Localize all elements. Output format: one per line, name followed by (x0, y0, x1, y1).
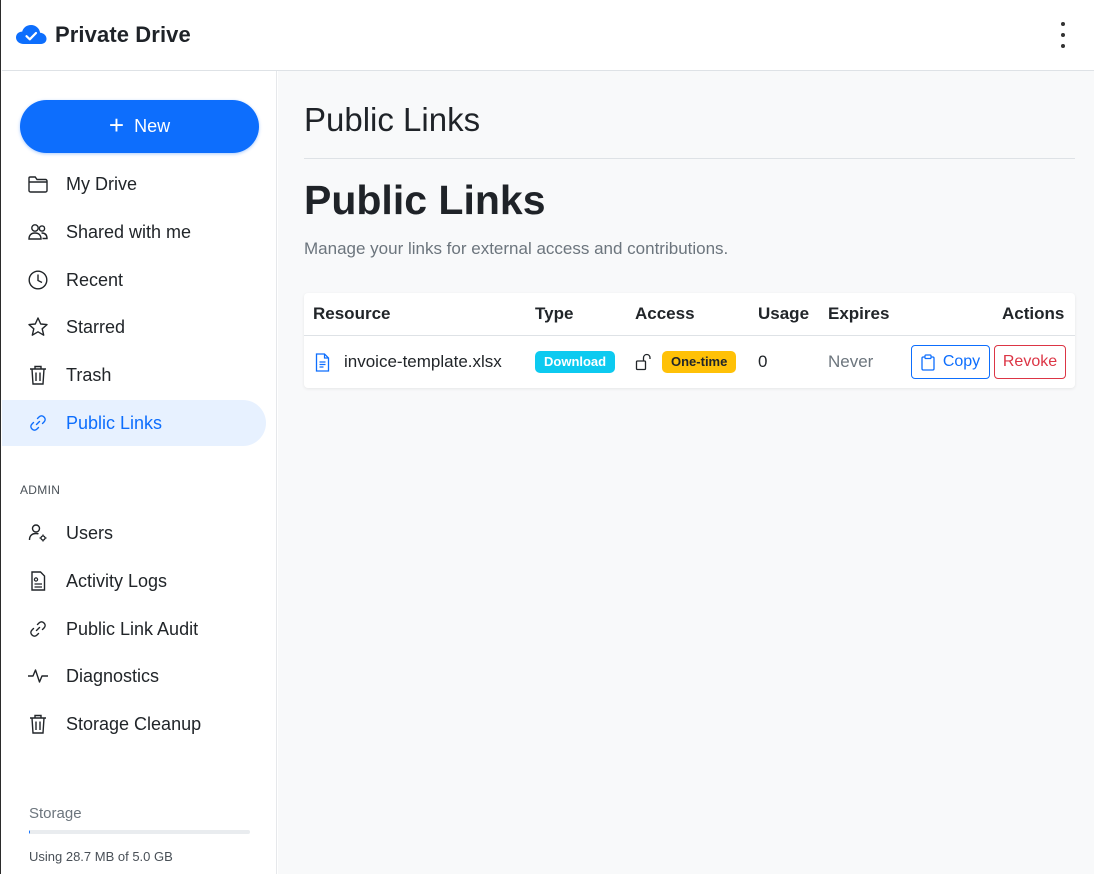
copy-link-button[interactable]: Copy (911, 345, 990, 379)
new-button[interactable]: + New (20, 100, 259, 153)
user-gear-icon (27, 522, 49, 544)
admin-section-label: ADMIN (20, 483, 61, 497)
storage-progress-bar (29, 830, 250, 834)
more-options-icon[interactable] (1053, 22, 1073, 48)
sidebar-item-users[interactable]: Users (2, 510, 266, 556)
storage-widget: Storage Using 28.7 MB of 5.0 GB (29, 805, 251, 864)
clipboard-icon (921, 353, 935, 371)
sidebar-item-label: Storage Cleanup (66, 713, 202, 734)
public-links-table: Resource Type Access Usage Expires Actio… (304, 293, 1075, 388)
sidebar-item-activity-logs[interactable]: Activity Logs (2, 558, 266, 604)
page-subtitle: Manage your links for external access an… (304, 239, 729, 258)
column-header-resource[interactable]: Resource (313, 293, 390, 335)
sidebar-item-public-link-audit[interactable]: Public Link Audit (2, 606, 266, 652)
sidebar-item-label: Users (66, 522, 114, 543)
sidebar: + New My Drive Shared with me Recent Sta… (2, 71, 277, 874)
revoke-link-button[interactable]: Revoke (994, 345, 1066, 379)
copy-label: Copy (942, 353, 981, 370)
access-badge: One-time (662, 350, 737, 374)
column-header-expires[interactable]: Expires (828, 293, 889, 335)
sidebar-item-label: My Drive (66, 173, 137, 194)
sidebar-item-label: Public Link Audit (66, 618, 199, 639)
sidebar-item-shared-with-me[interactable]: Shared with me (2, 209, 266, 255)
type-cell: Download (535, 336, 616, 388)
sidebar-item-trash[interactable]: Trash (2, 352, 266, 398)
storage-usage-text: Using 28.7 MB of 5.0 GB (29, 849, 173, 864)
sidebar-item-label: Activity Logs (66, 570, 168, 591)
sidebar-item-starred[interactable]: Starred (2, 304, 266, 350)
column-header-usage[interactable]: Usage (758, 293, 809, 335)
resource-name: invoice-template.xlsx (344, 352, 502, 371)
sidebar-item-label: Starred (66, 316, 126, 337)
storage-title: Storage (29, 805, 82, 822)
file-list-icon (27, 570, 49, 592)
sidebar-item-label: Public Links (66, 412, 163, 433)
main-content: Public Links Public Links Manage your li… (278, 71, 1094, 874)
folder-icon (27, 173, 49, 195)
sidebar-item-recent[interactable]: Recent (2, 257, 266, 303)
column-header-type[interactable]: Type (535, 293, 573, 335)
people-icon (27, 221, 49, 243)
access-cell: One-time (635, 336, 737, 388)
sidebar-item-public-links[interactable]: Public Links (2, 400, 266, 446)
type-badge: Download (535, 350, 616, 374)
sidebar-item-storage-cleanup[interactable]: Storage Cleanup (2, 701, 266, 747)
column-header-actions: Actions (1002, 304, 1065, 323)
sidebar-item-diagnostics[interactable]: Diagnostics (2, 653, 266, 699)
sidebar-item-label: Recent (66, 269, 124, 290)
resource-cell[interactable]: invoice-template.xlsx (315, 336, 502, 388)
brand[interactable]: Private Drive (15, 22, 191, 48)
unlock-icon (635, 353, 651, 371)
cloud-check-icon (16, 25, 47, 44)
usage-cell: 0 (758, 352, 768, 371)
app-title: Private Drive (55, 22, 191, 47)
sidebar-item-label: Shared with me (66, 221, 192, 242)
header-title: Public Links (304, 101, 481, 138)
new-button-label: New (134, 116, 171, 136)
app-frame: Private Drive + New My Drive Shared with… (0, 0, 1094, 874)
plus-icon: + (108, 110, 125, 140)
revoke-label: Revoke (1002, 353, 1058, 370)
actions-cell: Copy Revoke (911, 336, 1066, 388)
trash-icon (27, 713, 49, 735)
link-icon (27, 412, 49, 434)
column-header-access[interactable]: Access (635, 293, 695, 335)
activity-icon (27, 665, 49, 687)
link-icon (27, 618, 49, 640)
page-title: Public Links (304, 177, 546, 223)
trash-icon (27, 364, 49, 386)
sidebar-item-label: Trash (66, 364, 112, 385)
file-text-icon (315, 352, 330, 372)
storage-progress-fill (29, 830, 31, 834)
divider (304, 158, 1075, 159)
sidebar-item-label: Diagnostics (66, 665, 160, 686)
sidebar-item-my-drive[interactable]: My Drive (2, 161, 266, 207)
clock-icon (27, 269, 49, 291)
top-bar: Private Drive (2, 0, 1094, 71)
star-icon (27, 316, 49, 338)
expires-cell: Never (828, 352, 874, 371)
